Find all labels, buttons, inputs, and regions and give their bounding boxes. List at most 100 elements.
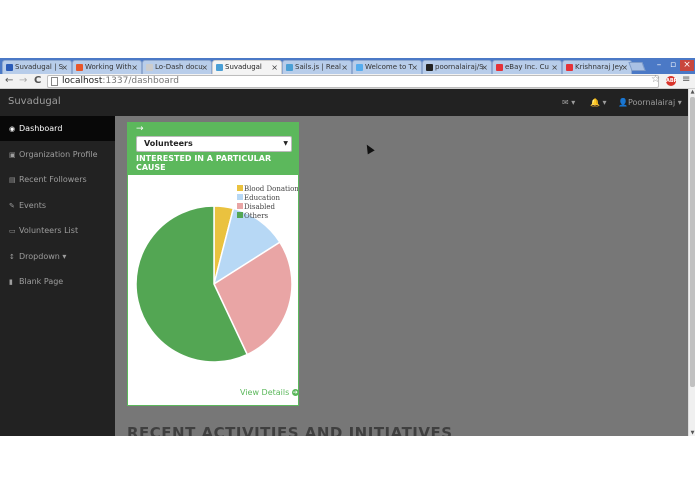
tab-favicon-icon — [146, 64, 153, 71]
panel-title: INTERESTED IN A PARTICULAR CAUSE — [136, 154, 272, 172]
pie-chart: Blood DonationEducationDisabledOthers — [135, 185, 298, 363]
sidebar-item[interactable]: ▮ Blank Page — [0, 269, 115, 294]
sidebar-item-icon: ◉ — [9, 125, 16, 133]
scroll-thumb[interactable] — [690, 97, 695, 387]
scroll-up-icon[interactable]: ▲ — [689, 89, 695, 95]
legend-label: Others — [244, 212, 269, 220]
messages-dropdown-icon[interactable]: ✉ ▾ — [562, 98, 575, 107]
tab-close-icon[interactable]: × — [411, 61, 418, 74]
browser-tab[interactable]: Suvadugal | S × — [2, 60, 72, 74]
sidebar: ◉ Dashboard ▣ Organization Profile ▤ Recent F… — [0, 116, 115, 436]
sidebar-item-label: Recent Followers — [19, 175, 87, 184]
tab-title: Krishnaraj Jey — [575, 63, 624, 71]
browser-tab[interactable]: poornalairaj/S × — [422, 60, 492, 74]
tab-close-icon[interactable]: × — [61, 61, 68, 74]
browser-tab[interactable]: Krishnaraj Jey × — [562, 60, 632, 74]
sidebar-item[interactable]: ↕ Dropdown ▾ — [0, 244, 115, 269]
reload-icon[interactable]: C — [34, 75, 41, 86]
tab-title: Lo-Dash docu — [155, 63, 203, 71]
user-dropdown[interactable]: 👤Poornalairaj ▾ — [618, 98, 682, 107]
legend-swatch — [237, 185, 243, 191]
tab-close-icon[interactable]: × — [201, 61, 208, 74]
close-window-icon[interactable]: × — [680, 60, 694, 71]
page-icon — [51, 77, 58, 86]
section-title: RECENT ACTIVITIES AND INITIATIVES — [127, 424, 453, 436]
address-bar[interactable]: localhost:1337/dashboard — [47, 75, 659, 88]
tab-close-icon[interactable]: × — [621, 61, 628, 74]
browser-tab[interactable]: Sails.js | Real × — [282, 60, 352, 74]
tab-close-icon[interactable]: × — [271, 61, 278, 74]
browser-tab[interactable]: Lo-Dash docu × — [142, 60, 212, 74]
browser-menu-icon[interactable]: ≡ — [682, 74, 690, 85]
sidebar-item-label: Volunteers List — [19, 226, 79, 235]
sidebar-item-label: Events — [19, 200, 47, 210]
tab-close-icon[interactable]: × — [341, 61, 348, 74]
sidebar-item[interactable]: ▤ Recent Followers — [0, 167, 115, 192]
tab-close-icon[interactable]: × — [131, 61, 138, 74]
forward-icon[interactable]: → — [19, 75, 27, 86]
view-details-label: View Details — [240, 388, 290, 397]
sidebar-item-label: Dropdown ▾ — [19, 251, 67, 261]
url-path: :1337/dashboard — [102, 76, 179, 86]
legend-swatch — [237, 203, 243, 209]
url-host: localhost — [62, 76, 103, 86]
tab-favicon-icon — [76, 64, 83, 71]
sidebar-item[interactable]: ✎ Events — [0, 193, 115, 218]
legend-swatch — [237, 212, 243, 218]
tab-favicon-icon — [6, 64, 13, 71]
brand-logo[interactable]: Suvadugal — [8, 96, 61, 107]
browser-tab[interactable]: Working With × — [72, 60, 142, 74]
alerts-dropdown-icon[interactable]: 🔔 ▾ — [590, 98, 607, 107]
panel-heading: → Volunteers ▼ INTERESTED IN A PARTICULA… — [128, 123, 298, 175]
sidebar-item-label: Organization Profile — [19, 149, 98, 159]
arrow-right-icon: → — [136, 124, 144, 134]
bookmark-star-icon[interactable]: ☆ — [651, 74, 660, 85]
sidebar-item[interactable]: ◉ Dashboard — [0, 116, 115, 141]
scroll-down-icon[interactable]: ▼ — [689, 430, 695, 436]
tab-title: Welcome to T — [365, 63, 413, 71]
view-details-link[interactable]: View Details ➔ — [240, 388, 299, 397]
new-tab-button[interactable] — [628, 62, 646, 71]
sidebar-item-icon: ▣ — [9, 150, 16, 159]
maximize-icon[interactable]: ▫ — [666, 60, 680, 71]
tab-favicon-icon — [286, 64, 293, 71]
adblock-icon[interactable]: ABP — [666, 76, 677, 86]
browser-toolbar: ← → C localhost:1337/dashboard ☆ ABP ≡ — [0, 74, 695, 89]
tab-favicon-icon — [426, 64, 433, 71]
tab-close-icon[interactable]: × — [481, 61, 488, 74]
legend-label: Education — [244, 194, 280, 202]
chevron-down-icon: ▼ — [283, 140, 288, 147]
app-navbar: Suvadugal ✉ ▾ 🔔 ▾ 👤Poornalairaj ▾ — [0, 89, 688, 116]
tab-favicon-icon — [356, 64, 363, 71]
browser-tab[interactable]: eBay Inc. Cu × — [492, 60, 562, 74]
sidebar-item-icon: ▮ — [9, 278, 13, 286]
sidebar-item[interactable]: ▭ Volunteers List — [0, 218, 115, 243]
tab-title: Suvadugal | S — [15, 63, 64, 71]
arrow-circle-right-icon: ➔ — [291, 389, 299, 396]
back-icon[interactable]: ← — [5, 75, 13, 86]
sidebar-item[interactable]: ▣ Organization Profile — [0, 142, 115, 167]
legend-swatch — [237, 194, 243, 200]
scrollbar[interactable]: ▲ ▼ — [688, 89, 695, 436]
tab-title: Suvadugal — [225, 63, 262, 71]
sidebar-item-label: Dashboard — [19, 124, 63, 133]
sidebar-item-icon: ↕ — [9, 252, 15, 261]
tab-favicon-icon — [496, 64, 503, 71]
tab-favicon-icon — [216, 64, 223, 71]
cause-panel: → Volunteers ▼ INTERESTED IN A PARTICULA… — [127, 122, 299, 406]
select-value: Volunteers — [144, 139, 193, 148]
main-content: → Volunteers ▼ INTERESTED IN A PARTICULA… — [115, 116, 688, 436]
browser-tab[interactable]: Welcome to T × — [352, 60, 422, 74]
tab-title: Working With — [85, 63, 132, 71]
sidebar-item-icon: ▭ — [9, 227, 16, 235]
sidebar-item-icon: ✎ — [9, 201, 15, 210]
legend-label: Disabled — [244, 203, 275, 211]
legend-label: Blood Donation — [244, 185, 298, 193]
tab-close-icon[interactable]: × — [551, 61, 558, 74]
minimize-icon[interactable]: – — [652, 60, 666, 71]
category-select[interactable]: Volunteers ▼ — [136, 136, 292, 152]
tab-strip: Suvadugal | S × Working With × Lo-Dash docu ×… — [0, 58, 695, 74]
browser-tab[interactable]: Suvadugal × — [212, 60, 282, 74]
tab-title: Sails.js | Real — [295, 63, 341, 71]
tab-title: eBay Inc. Cu — [505, 63, 549, 71]
